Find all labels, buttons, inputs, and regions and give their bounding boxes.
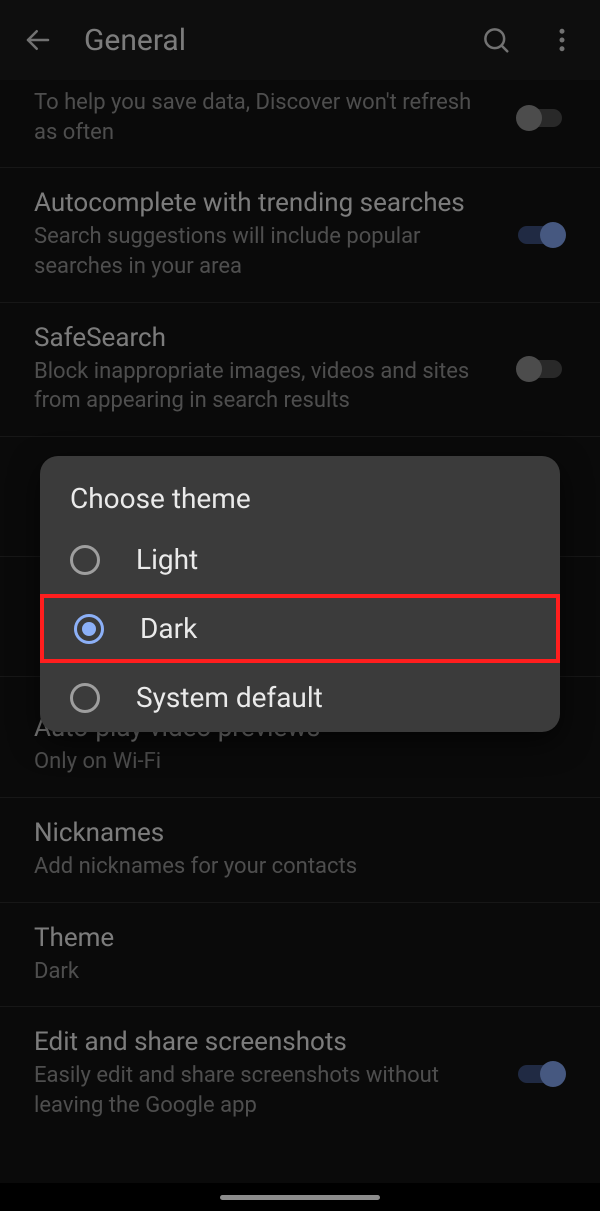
theme-option-dark[interactable]: Dark xyxy=(40,594,560,663)
setting-screenshots[interactable]: Edit and share screenshots Easily edit a… xyxy=(0,1007,600,1140)
setting-safesearch-sub: Block inappropriate images, videos and s… xyxy=(34,357,494,416)
setting-autoplay-sub: Only on Wi-Fi xyxy=(34,747,546,777)
toggle-screenshots[interactable] xyxy=(514,1060,566,1088)
setting-discover-sub: To help you save data, Discover won't re… xyxy=(34,88,494,147)
setting-screenshots-sub: Easily edit and share screenshots withou… xyxy=(34,1061,494,1120)
theme-option-light-label: Light xyxy=(136,543,198,576)
theme-option-system-label: System default xyxy=(136,681,323,714)
setting-safesearch[interactable]: SafeSearch Block inappropriate images, v… xyxy=(0,303,600,437)
setting-nicknames-sub: Add nicknames for your contacts xyxy=(34,852,546,882)
setting-theme-title: Theme xyxy=(34,923,546,953)
setting-nicknames-title: Nicknames xyxy=(34,818,546,848)
more-icon[interactable] xyxy=(538,16,586,64)
page-title: General xyxy=(84,23,472,58)
dialog-title: Choose theme xyxy=(40,456,560,525)
setting-autocomplete-sub: Search suggestions will include popular … xyxy=(34,222,494,281)
toggle-safesearch[interactable] xyxy=(514,355,566,383)
theme-option-dark-label: Dark xyxy=(140,612,197,645)
setting-autocomplete[interactable]: Autocomplete with trending searches Sear… xyxy=(0,168,600,302)
theme-option-light[interactable]: Light xyxy=(40,525,560,594)
app-bar: General xyxy=(0,0,600,80)
toggle-autocomplete[interactable] xyxy=(514,221,566,249)
setting-theme-sub: Dark xyxy=(34,957,546,987)
nav-bar xyxy=(0,1183,600,1211)
search-icon[interactable] xyxy=(472,16,520,64)
choose-theme-dialog: Choose theme Light Dark System default xyxy=(40,456,560,732)
home-indicator[interactable] xyxy=(220,1195,380,1200)
setting-discover[interactable]: To help you save data, Discover won't re… xyxy=(0,80,600,168)
setting-nicknames[interactable]: Nicknames Add nicknames for your contact… xyxy=(0,798,600,903)
setting-screenshots-title: Edit and share screenshots xyxy=(34,1027,494,1057)
toggle-discover[interactable] xyxy=(514,104,566,132)
setting-theme[interactable]: Theme Dark xyxy=(0,903,600,1008)
radio-icon xyxy=(74,614,104,644)
setting-autocomplete-title: Autocomplete with trending searches xyxy=(34,188,494,218)
radio-icon xyxy=(70,545,100,575)
radio-icon xyxy=(70,683,100,713)
theme-option-system[interactable]: System default xyxy=(40,663,560,732)
setting-safesearch-title: SafeSearch xyxy=(34,323,494,353)
back-icon[interactable] xyxy=(14,16,62,64)
